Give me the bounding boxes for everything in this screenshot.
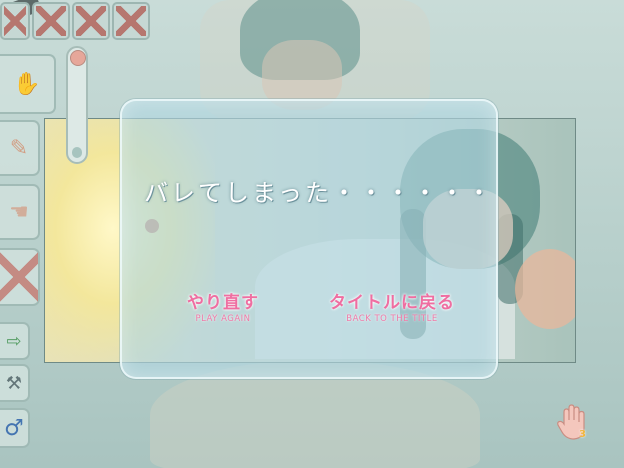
play-again-button[interactable]: やり直す PLAY AGAIN: [175, 288, 271, 324]
gauge-fill: [72, 147, 82, 158]
arm-tool-button[interactable]: ☚: [0, 184, 40, 240]
hand-tool-button[interactable]: ✋: [0, 54, 56, 114]
gauge-knob: [70, 50, 86, 66]
male-symbol-icon: ♂: [4, 415, 24, 441]
arm-icon: ☚: [9, 199, 29, 225]
locked-slot-icon[interactable]: [0, 2, 30, 40]
play-again-label: やり直す: [187, 293, 259, 313]
male-toggle-button[interactable]: ♂: [0, 408, 30, 448]
exit-button[interactable]: ⇨: [0, 322, 30, 360]
settings-button[interactable]: ⚒: [0, 364, 30, 402]
locked-tool-button[interactable]: [0, 248, 40, 306]
back-to-title-sublabel: BACK TO THE TITLE: [346, 314, 438, 324]
game-over-dialog: バレてしまった・・・・・・ やり直す PLAY AGAIN タイトルに戻る BA…: [120, 99, 498, 379]
item-slots: [0, 0, 150, 42]
locked-slot-icon[interactable]: [112, 2, 150, 40]
locked-slot-icon[interactable]: [72, 2, 110, 40]
panel-character-shoulder: [515, 249, 575, 329]
left-toolbar: ✋ ✎ ☚ ⇨ ⚒ ♂: [0, 0, 150, 468]
back-to-title-button[interactable]: タイトルに戻る BACK TO THE TITLE: [318, 288, 466, 324]
excitement-gauge: [66, 46, 88, 164]
play-again-sublabel: PLAY AGAIN: [195, 314, 251, 324]
game-over-message: バレてしまった・・・・・・: [144, 179, 495, 207]
brush-icon: ✎: [9, 135, 29, 161]
locked-slot-icon[interactable]: [32, 2, 70, 40]
wrench-icon: ⚒: [5, 372, 23, 394]
hand-icon: ✋: [13, 71, 41, 97]
cursor-count: 3: [579, 429, 586, 440]
back-to-title-label: タイトルに戻る: [329, 293, 455, 313]
exit-door-icon: ⇨: [6, 330, 22, 352]
brush-tool-button[interactable]: ✎: [0, 120, 40, 176]
